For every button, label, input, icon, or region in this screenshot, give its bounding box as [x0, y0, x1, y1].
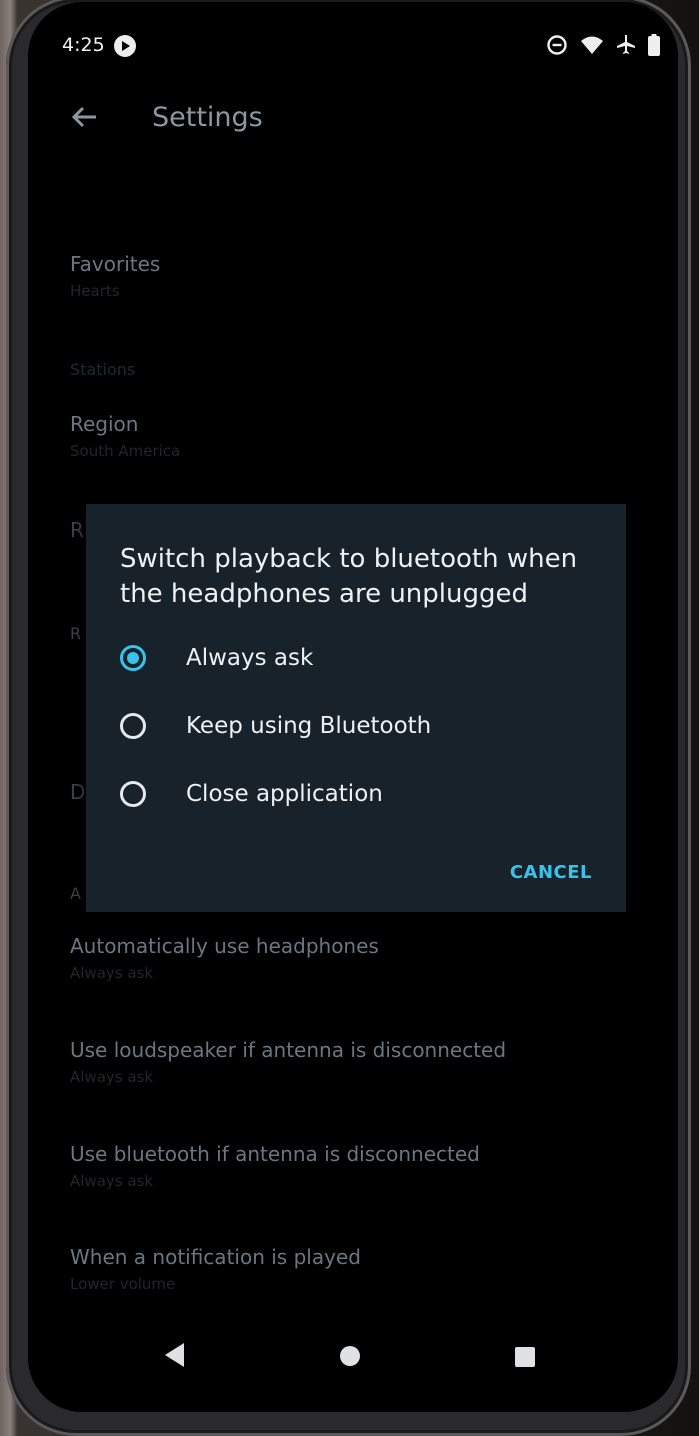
nav-recents-icon[interactable]	[515, 1347, 535, 1367]
radio-checked-icon[interactable]	[120, 645, 146, 671]
status-icons	[546, 34, 660, 56]
battery-icon	[648, 34, 660, 56]
playback-switch-dialog: Switch playback to bluetooth when the he…	[86, 504, 626, 912]
obscured-pref-letter: R	[70, 624, 82, 643]
obscured-pref-letter: D	[70, 780, 86, 804]
navigation-bar	[28, 1324, 678, 1384]
nav-home-icon[interactable]	[340, 1346, 360, 1366]
pref-summary: Hearts	[70, 282, 120, 300]
pref-title: Use bluetooth if antenna is disconnected	[70, 1142, 480, 1166]
phone-frame: 4:25 Settings Favorites Hearts Stations …	[6, 0, 691, 1436]
pref-use-loudspeaker[interactable]: Use loudspeaker if antenna is disconnect…	[70, 1038, 506, 1086]
radio-unchecked-icon[interactable]	[120, 713, 146, 739]
option-keep-using-bluetooth[interactable]: Keep using Bluetooth	[120, 706, 590, 746]
option-close-application[interactable]: Close application	[120, 774, 590, 814]
status-bar: 4:25	[28, 30, 678, 64]
option-always-ask[interactable]: Always ask	[120, 638, 590, 678]
pref-notification[interactable]: When a notification is played Lower volu…	[70, 1245, 361, 1293]
wifi-icon	[581, 36, 603, 54]
screen: 4:25 Settings Favorites Hearts Stations …	[28, 2, 678, 1412]
pref-title: Automatically use headphones	[70, 934, 379, 958]
play-notification-icon	[114, 35, 136, 57]
pref-favorites[interactable]: Favorites Hearts	[70, 252, 160, 300]
back-arrow-icon[interactable]	[70, 102, 100, 132]
category-stations: Stations	[70, 360, 136, 379]
nav-back-icon[interactable]	[164, 1342, 186, 1368]
pref-automatically-use-headphones[interactable]: Automatically use headphones Always ask	[70, 934, 379, 982]
obscured-category-letter: A	[70, 884, 81, 903]
obscured-pref-letter: R	[70, 518, 84, 542]
pref-summary: Lower volume	[70, 1275, 176, 1293]
pref-summary: South America	[70, 442, 181, 460]
pref-title: Region	[70, 412, 139, 436]
pref-region[interactable]: Region South America	[70, 412, 180, 460]
app-bar: Settings	[28, 94, 678, 150]
pref-title: Favorites	[70, 252, 161, 276]
cancel-button[interactable]: CANCEL	[510, 862, 592, 883]
pref-summary: Always ask	[70, 964, 154, 982]
pref-use-bluetooth[interactable]: Use bluetooth if antenna is disconnected…	[70, 1142, 480, 1190]
status-time: 4:25	[62, 34, 105, 56]
do-not-disturb-icon	[547, 35, 567, 55]
pref-summary: Always ask	[70, 1068, 154, 1086]
option-label: Close application	[186, 781, 383, 807]
airplane-mode-icon	[617, 35, 635, 54]
option-label: Always ask	[186, 645, 314, 671]
page-title: Settings	[152, 102, 263, 133]
pref-title: Use loudspeaker if antenna is disconnect…	[70, 1038, 507, 1062]
radio-unchecked-icon[interactable]	[120, 781, 146, 807]
pref-title: When a notification is played	[70, 1245, 361, 1269]
pref-summary: Always ask	[70, 1172, 154, 1190]
option-label: Keep using Bluetooth	[186, 713, 432, 739]
dialog-title: Switch playback to bluetooth when the he…	[120, 544, 578, 609]
